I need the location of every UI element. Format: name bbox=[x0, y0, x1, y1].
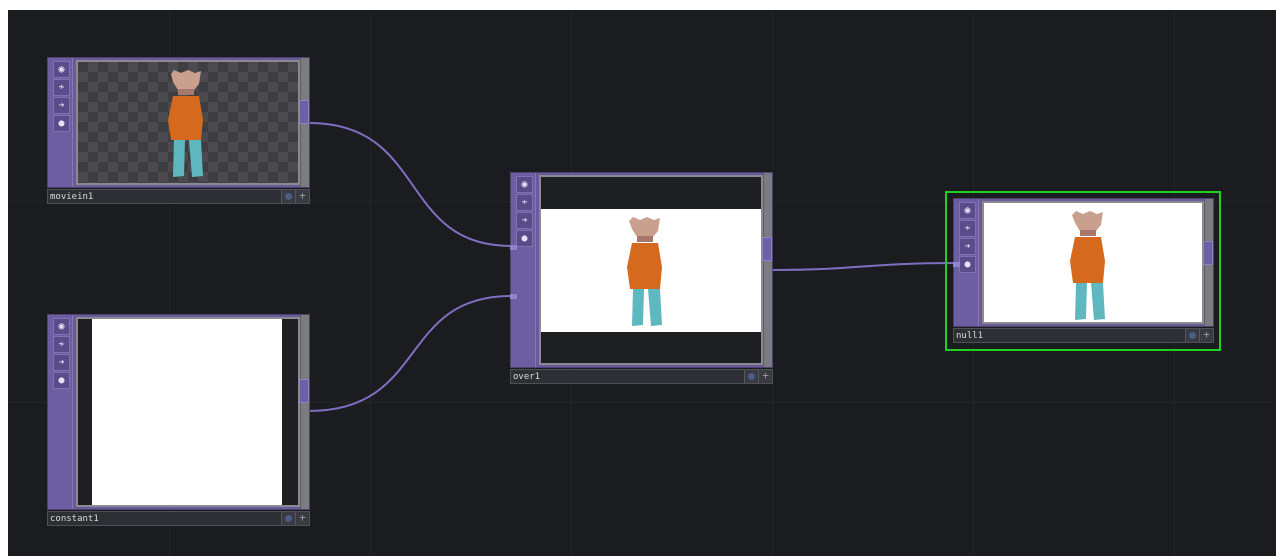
lock-icon[interactable]: ● bbox=[53, 372, 70, 389]
over-preview bbox=[541, 209, 761, 332]
figure-thumbnail bbox=[1070, 211, 1105, 320]
viewer-toggle-icon[interactable]: ◉ bbox=[53, 318, 70, 335]
figure-thumbnail bbox=[168, 70, 203, 177]
node-constant1[interactable]: ◉ ≁ ➔ ● constant1 + bbox=[47, 314, 310, 526]
input-connector-1[interactable] bbox=[953, 262, 960, 267]
cook-icon[interactable]: ➔ bbox=[516, 212, 533, 229]
node-label[interactable]: over1 bbox=[510, 369, 773, 384]
wire-constant1-over1[interactable] bbox=[308, 295, 512, 412]
output-connector[interactable] bbox=[299, 100, 309, 124]
node-viewer[interactable] bbox=[539, 175, 763, 365]
wire-moviein1-over1[interactable] bbox=[308, 122, 512, 247]
viewer-active-icon[interactable] bbox=[744, 370, 758, 383]
viewer-toggle-icon[interactable]: ◉ bbox=[959, 202, 976, 219]
output-connector[interactable] bbox=[299, 379, 309, 403]
node-toolbar: ◉ ≁ ➔ ● bbox=[48, 315, 73, 509]
cook-icon[interactable]: ➔ bbox=[53, 97, 70, 114]
viewer-active-icon[interactable] bbox=[281, 190, 295, 203]
viewer-active-icon[interactable] bbox=[281, 512, 295, 525]
input-connector-2[interactable] bbox=[510, 294, 517, 299]
input-connector-1[interactable] bbox=[510, 245, 517, 250]
lock-icon[interactable]: ● bbox=[516, 230, 533, 247]
figure-thumbnail bbox=[627, 217, 662, 326]
cook-icon[interactable]: ➔ bbox=[959, 238, 976, 255]
node-viewer[interactable] bbox=[982, 201, 1204, 324]
viewer-toggle-icon[interactable]: ◉ bbox=[53, 61, 70, 78]
expand-icon[interactable]: + bbox=[295, 512, 309, 525]
bypass-icon[interactable]: ≁ bbox=[516, 194, 533, 211]
lock-icon[interactable]: ● bbox=[53, 115, 70, 132]
node-over1[interactable]: ◉ ≁ ➔ ● over1 + bbox=[510, 172, 773, 384]
expand-icon[interactable]: + bbox=[295, 190, 309, 203]
network-editor[interactable]: ◉ ≁ ➔ ● moviein1 + ◉ ≁ ➔ ● constant1 + ◉… bbox=[8, 10, 1276, 556]
lock-icon[interactable]: ● bbox=[959, 256, 976, 273]
node-moviein1[interactable]: ◉ ≁ ➔ ● moviein1 + bbox=[47, 57, 310, 204]
node-label[interactable]: constant1 bbox=[47, 511, 310, 526]
expand-icon[interactable]: + bbox=[1199, 329, 1213, 342]
bypass-icon[interactable]: ≁ bbox=[53, 79, 70, 96]
viewer-toggle-icon[interactable]: ◉ bbox=[516, 176, 533, 193]
node-viewer[interactable] bbox=[76, 60, 300, 185]
node-toolbar: ◉ ≁ ➔ ● bbox=[511, 173, 536, 367]
wire-over1-null1[interactable] bbox=[771, 262, 957, 271]
bypass-icon[interactable]: ≁ bbox=[53, 336, 70, 353]
node-right-bar bbox=[300, 315, 309, 509]
bypass-icon[interactable]: ≁ bbox=[959, 220, 976, 237]
node-label[interactable]: moviein1 bbox=[47, 189, 310, 204]
node-viewer[interactable] bbox=[76, 317, 300, 507]
constant-preview bbox=[92, 319, 282, 505]
cook-icon[interactable]: ➔ bbox=[53, 354, 70, 371]
node-right-bar bbox=[763, 173, 772, 367]
node-null1[interactable]: ◉ ≁ ➔ ● null1 + bbox=[953, 198, 1214, 343]
node-toolbar: ◉ ≁ ➔ ● bbox=[48, 58, 73, 187]
output-connector[interactable] bbox=[762, 237, 772, 261]
expand-icon[interactable]: + bbox=[758, 370, 772, 383]
viewer-active-icon[interactable] bbox=[1185, 329, 1199, 342]
output-connector[interactable] bbox=[1203, 241, 1213, 265]
node-label[interactable]: null1 bbox=[953, 328, 1214, 343]
